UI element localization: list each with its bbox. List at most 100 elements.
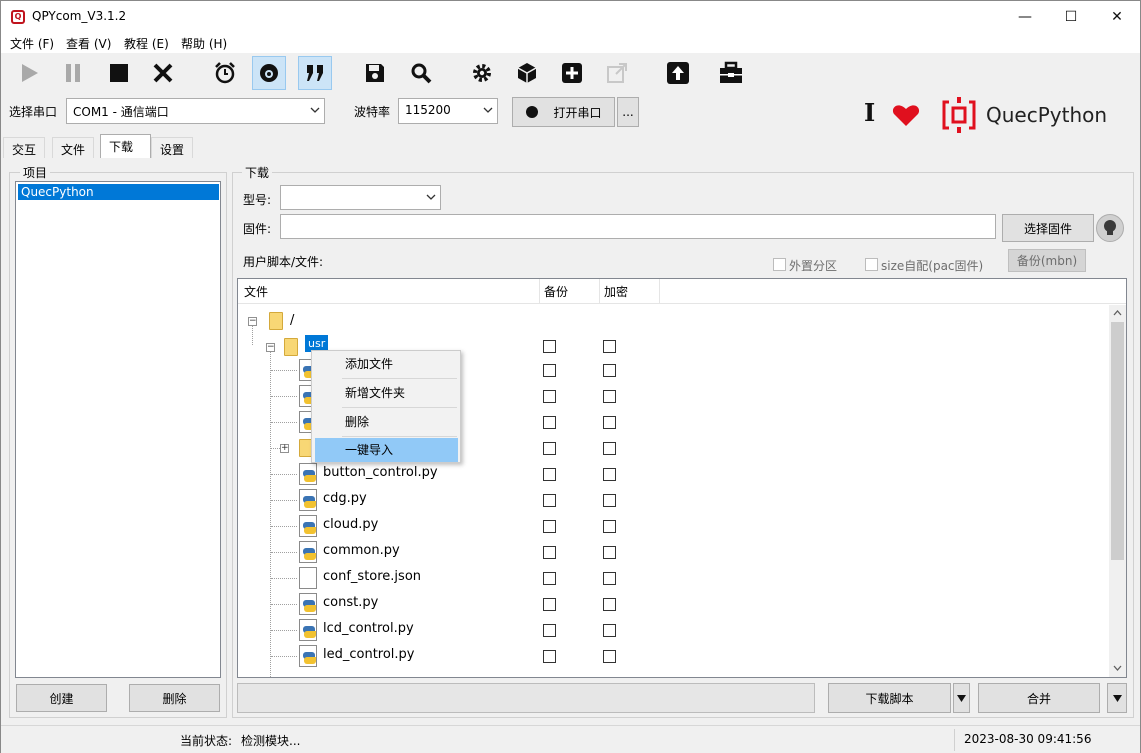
encrypt-checkbox[interactable] xyxy=(603,364,616,377)
scroll-up-icon[interactable] xyxy=(1113,309,1122,316)
backup-checkbox[interactable] xyxy=(543,364,556,377)
external-partition-checkbox[interactable] xyxy=(773,258,786,271)
status-bar: 当前状态: 检测模块... 2023-08-30 09:41:56 xyxy=(1,725,1140,753)
menu-view[interactable]: 查看 (V) xyxy=(66,35,111,52)
quote-toggle[interactable] xyxy=(298,56,332,90)
encrypt-checkbox[interactable] xyxy=(603,546,616,559)
run-button[interactable] xyxy=(12,56,46,90)
pause-button[interactable] xyxy=(56,56,90,90)
search-button[interactable] xyxy=(404,56,438,90)
column-file[interactable]: 文件 xyxy=(244,283,268,300)
toolbox-button[interactable] xyxy=(714,56,748,90)
tab-download[interactable]: 下载 xyxy=(100,134,151,158)
scroll-thumb[interactable] xyxy=(1111,322,1124,560)
column-backup[interactable]: 备份 xyxy=(544,283,568,300)
collapse-usr-icon[interactable]: − xyxy=(266,343,275,352)
tab-files[interactable]: 文件 xyxy=(52,137,95,158)
encrypt-checkbox[interactable] xyxy=(603,650,616,663)
file-name[interactable]: cdg.py xyxy=(323,491,367,506)
select-firmware-button[interactable]: 选择固件 xyxy=(1002,214,1094,242)
column-encrypt[interactable]: 加密 xyxy=(604,283,628,300)
ctx-add-file[interactable]: 添加文件 xyxy=(315,351,458,377)
encrypt-checkbox[interactable] xyxy=(603,572,616,585)
merge-options-dropdown[interactable] xyxy=(1107,683,1127,713)
encrypt-checkbox[interactable] xyxy=(603,494,616,507)
clear-button[interactable] xyxy=(146,56,180,90)
tab-interactive[interactable]: 交互 xyxy=(3,137,46,158)
file-name[interactable]: const.py xyxy=(323,595,378,610)
download-script-button[interactable]: 下载脚本 xyxy=(828,683,951,713)
firmware-path-input[interactable] xyxy=(280,214,996,239)
backup-checkbox[interactable] xyxy=(543,546,556,559)
heart-icon[interactable] xyxy=(892,103,920,127)
backup-checkbox[interactable] xyxy=(543,520,556,533)
backup-checkbox[interactable] xyxy=(543,650,556,663)
external-link-button[interactable] xyxy=(600,56,634,90)
encrypt-checkbox[interactable] xyxy=(603,390,616,403)
file-name[interactable]: common.py xyxy=(323,543,400,558)
add-button[interactable] xyxy=(555,56,589,90)
hint-button[interactable] xyxy=(1096,214,1124,242)
project-list[interactable]: QuecPython xyxy=(15,181,221,678)
upload-button[interactable] xyxy=(661,56,695,90)
encrypt-checkbox[interactable] xyxy=(603,416,616,429)
encrypt-checkbox[interactable] xyxy=(603,442,616,455)
ctx-separator xyxy=(342,378,457,379)
backup-checkbox[interactable] xyxy=(543,442,556,455)
menu-file[interactable]: 文件 (F) xyxy=(10,35,54,52)
maximize-icon: ☐ xyxy=(1064,9,1078,25)
encrypt-checkbox[interactable] xyxy=(603,624,616,637)
tab-settings[interactable]: 设置 xyxy=(151,137,193,158)
settings-button[interactable] xyxy=(465,56,499,90)
backup-checkbox[interactable] xyxy=(543,494,556,507)
scroll-down-icon[interactable] xyxy=(1113,665,1122,672)
menu-tutorial[interactable]: 教程 (E) xyxy=(124,35,169,52)
project-list-item[interactable]: QuecPython xyxy=(18,184,219,200)
script-repl-toggle[interactable] xyxy=(252,56,286,90)
backup-checkbox[interactable] xyxy=(543,416,556,429)
package-button[interactable] xyxy=(510,56,544,90)
size-auto-checkbox[interactable] xyxy=(865,258,878,271)
minimize-button[interactable]: — xyxy=(1002,1,1048,33)
ctx-new-folder[interactable]: 新增文件夹 xyxy=(315,380,458,406)
ctx-delete[interactable]: 删除 xyxy=(315,409,458,435)
backup-checkbox[interactable] xyxy=(543,468,556,481)
file-name[interactable]: lcd_control.py xyxy=(323,621,414,636)
collapse-root-icon[interactable]: − xyxy=(248,317,257,326)
encrypt-checkbox[interactable] xyxy=(603,520,616,533)
baud-select[interactable]: 115200 xyxy=(398,98,498,124)
file-name[interactable]: conf_store.json xyxy=(323,569,421,584)
backup-checkbox[interactable] xyxy=(543,572,556,585)
menu-help[interactable]: 帮助 (H) xyxy=(181,35,227,52)
close-button[interactable]: ✕ xyxy=(1094,1,1140,33)
root-folder-label[interactable]: / xyxy=(290,313,294,328)
model-select[interactable] xyxy=(280,185,441,210)
file-name[interactable]: cloud.py xyxy=(323,517,378,532)
ctx-import-all[interactable]: 一键导入 xyxy=(315,438,458,462)
encrypt-checkbox[interactable] xyxy=(603,340,616,353)
maximize-button[interactable]: ☐ xyxy=(1048,1,1094,33)
file-name[interactable]: led_control.py xyxy=(323,647,415,662)
save-button[interactable] xyxy=(358,56,392,90)
delete-project-button[interactable]: 删除 xyxy=(129,684,220,712)
backup-checkbox[interactable] xyxy=(543,624,556,637)
encrypt-checkbox[interactable] xyxy=(603,468,616,481)
port-select-value: COM1 - 通信端口 xyxy=(73,105,169,119)
backup-checkbox[interactable] xyxy=(543,390,556,403)
backup-checkbox[interactable] xyxy=(543,340,556,353)
file-name[interactable]: button_control.py xyxy=(323,465,438,480)
open-port-button[interactable]: 打开串口 xyxy=(512,97,615,127)
encrypt-checkbox[interactable] xyxy=(603,598,616,611)
port-select[interactable]: COM1 - 通信端口 xyxy=(66,98,325,124)
file-tree-table[interactable]: 文件 备份 加密 − / − usr + button_control.py cdg… xyxy=(237,278,1127,678)
port-more-button[interactable]: ... xyxy=(617,97,639,127)
expand-folder-icon[interactable]: + xyxy=(280,444,289,453)
vertical-scrollbar[interactable] xyxy=(1109,305,1126,677)
backup-checkbox[interactable] xyxy=(543,598,556,611)
merge-button[interactable]: 合并 xyxy=(978,683,1100,713)
backup-mbn-button[interactable]: 备份(mbn) xyxy=(1008,249,1086,272)
download-options-dropdown[interactable] xyxy=(953,683,970,713)
timer-button[interactable] xyxy=(208,56,242,90)
stop-button[interactable] xyxy=(102,56,136,90)
create-project-button[interactable]: 创建 xyxy=(16,684,107,712)
